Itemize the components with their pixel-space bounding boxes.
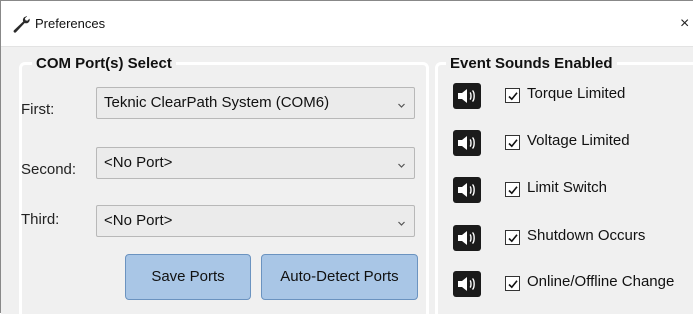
shutdown-occurs-label: Shutdown Occurs	[527, 227, 646, 244]
shutdown-occurs-checkbox[interactable]	[505, 230, 520, 245]
sound-row-torque-limited: Torque Limited	[453, 83, 693, 111]
limit-switch-label: Limit Switch	[527, 179, 608, 196]
checkmark-icon	[508, 139, 518, 148]
torque-limited-checkbox[interactable]	[505, 88, 520, 103]
wrench-icon	[11, 15, 31, 33]
voltage-limited-label: Voltage Limited	[527, 132, 630, 149]
online-offline-change-checkbox[interactable]	[505, 276, 520, 291]
third-port-dropdown[interactable]: <No Port>	[96, 205, 415, 237]
third-port-label: Third:	[21, 211, 60, 228]
event-sounds-group-title: Event Sounds Enabled	[446, 55, 617, 73]
sound-row-online-offline-change: Online/Offline Change	[453, 271, 693, 299]
title-bar[interactable]: Preferences ×	[1, 1, 693, 47]
torque-limited-label: Torque Limited	[527, 85, 626, 102]
chevron-down-icon	[397, 215, 406, 226]
sound-row-voltage-limited: Voltage Limited	[453, 130, 693, 158]
speaker-icon[interactable]	[453, 130, 481, 156]
close-button[interactable]: ×	[680, 9, 693, 39]
auto-detect-ports-button[interactable]: Auto-Detect Ports	[261, 254, 418, 300]
preferences-window: Preferences × COM Port(s) Select First: …	[0, 0, 693, 322]
online-offline-change-label: Online/Offline Change	[527, 273, 675, 290]
second-port-dropdown[interactable]: <No Port>	[96, 147, 415, 179]
chevron-down-icon	[397, 157, 406, 168]
first-port-dropdown[interactable]: Teknic ClearPath System (COM6)	[96, 87, 415, 119]
save-ports-button[interactable]: Save Ports	[125, 254, 251, 300]
speaker-icon[interactable]	[453, 271, 481, 297]
third-port-value: <No Port>	[104, 212, 173, 229]
chevron-down-icon	[397, 97, 406, 108]
second-port-label: Second:	[21, 161, 77, 178]
speaker-icon[interactable]	[453, 83, 481, 109]
first-port-label: First:	[21, 101, 55, 118]
checkmark-icon	[508, 186, 518, 195]
limit-switch-checkbox[interactable]	[505, 182, 520, 197]
checkmark-icon	[508, 234, 518, 243]
com-port-group-title: COM Port(s) Select	[32, 55, 176, 73]
second-port-value: <No Port>	[104, 154, 173, 171]
voltage-limited-checkbox[interactable]	[505, 135, 520, 150]
first-port-value: Teknic ClearPath System (COM6)	[104, 94, 330, 111]
checkmark-icon	[508, 280, 518, 289]
checkmark-icon	[508, 92, 518, 101]
dialog-body: COM Port(s) Select First: Teknic ClearPa…	[1, 47, 693, 322]
window-title: Preferences	[35, 16, 106, 31]
sound-row-limit-switch: Limit Switch	[453, 177, 693, 205]
speaker-icon[interactable]	[453, 177, 481, 203]
speaker-icon[interactable]	[453, 225, 481, 251]
sound-row-shutdown-occurs: Shutdown Occurs	[453, 225, 693, 253]
